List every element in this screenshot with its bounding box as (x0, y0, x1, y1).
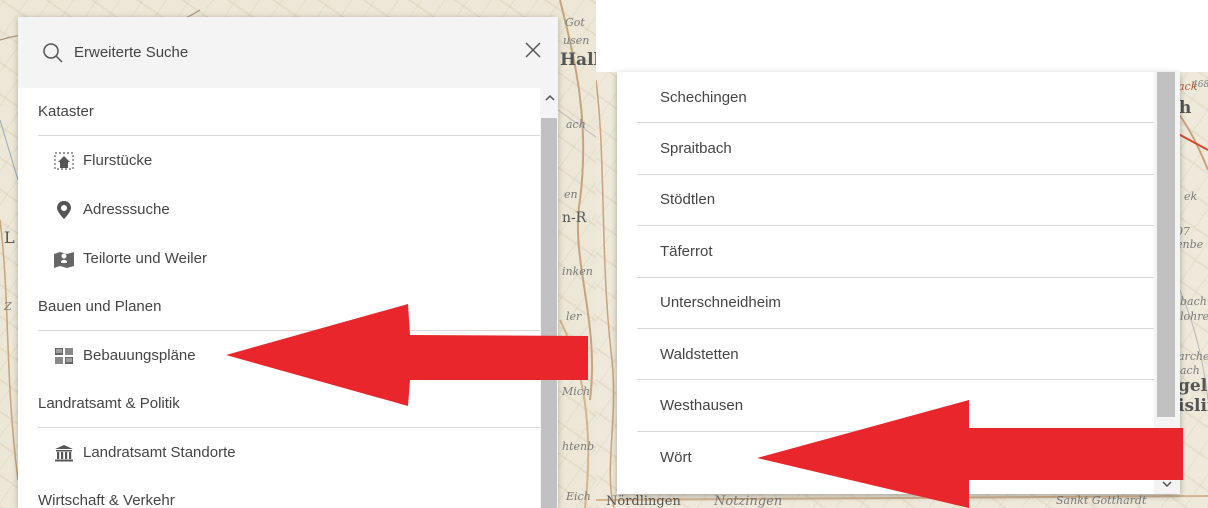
menu-item-flurstuecke[interactable]: Flurstücke (18, 136, 540, 185)
map-label: inken (562, 265, 593, 278)
map-label: ek (1184, 190, 1198, 203)
search-title: Erweiterte Suche (74, 44, 189, 61)
map-label: bach (1180, 295, 1207, 308)
list-item-schechingen[interactable]: Schechingen (637, 72, 1154, 124)
map-label: arche (1178, 350, 1208, 363)
parcel-house-icon (53, 150, 75, 172)
map-label: Got (565, 16, 585, 29)
search-icon (42, 42, 64, 64)
list-item-stoedtlen[interactable]: Stödtlen (637, 175, 1154, 227)
map-label: Eich (566, 490, 591, 503)
top-whitespace (596, 0, 1208, 72)
section-header-wirtschaft-verkehr: Wirtschaft & Verkehr (38, 492, 175, 508)
menu-item-label: Bebauungspläne (83, 347, 196, 364)
map-label: gel (1178, 376, 1208, 396)
map-label: en (564, 188, 578, 201)
left-scrollbar[interactable] (540, 88, 558, 508)
location-pin-icon (53, 199, 75, 221)
map-label: Hall (560, 50, 600, 70)
red-arrow-icon (757, 400, 1183, 508)
government-building-icon (53, 442, 75, 464)
red-arrow-icon (226, 304, 588, 406)
map-label: L (4, 228, 15, 247)
section-header-kataster: Kataster (38, 103, 94, 120)
search-header[interactable]: Erweiterte Suche (18, 17, 558, 88)
menu-item-label: Adresssuche (83, 201, 170, 218)
map-person-icon (53, 248, 75, 270)
map-label: htenb (562, 440, 595, 453)
list-item-spraitbach[interactable]: Spraitbach (637, 123, 1154, 175)
menu-item-label: Teilorte und Weiler (83, 250, 207, 267)
map-label: usen (563, 34, 590, 47)
map-label: ach (566, 118, 586, 131)
scroll-up-arrow-icon[interactable] (545, 90, 555, 101)
menu-item-label: Flurstücke (83, 152, 153, 169)
list-item-unterschneidheim[interactable]: Unterschneidheim (637, 278, 1154, 329)
advanced-search-panel: Erweiterte Suche Kataster Flurstücke Adr… (18, 17, 558, 508)
map-label: n-R (562, 210, 587, 226)
map-label: lohre (1180, 310, 1208, 323)
search-category-list: Kataster Flurstücke Adresssuche Teilorte… (18, 88, 540, 508)
scroll-thumb[interactable] (1157, 72, 1175, 417)
menu-item-landratsamt-standorte[interactable]: Landratsamt Standorte (18, 428, 540, 477)
menu-item-adresssuche[interactable]: Adresssuche (18, 185, 540, 234)
menu-item-teilorte-und-weiler[interactable]: Teilorte und Weiler (18, 234, 540, 283)
map-label: h (1179, 98, 1192, 118)
map-label: Z (4, 300, 12, 313)
map-label: enbe (1176, 238, 1204, 251)
zoning-plan-icon (53, 345, 75, 367)
menu-item-label: Landratsamt Standorte (83, 444, 236, 461)
list-item-waldstetten[interactable]: Waldstetten (637, 329, 1154, 381)
close-icon[interactable] (524, 41, 542, 59)
map-label: 468 (1192, 80, 1208, 90)
map-label: Nördlingen (606, 494, 681, 508)
list-item-taeferrot[interactable]: Täferrot (637, 226, 1154, 278)
